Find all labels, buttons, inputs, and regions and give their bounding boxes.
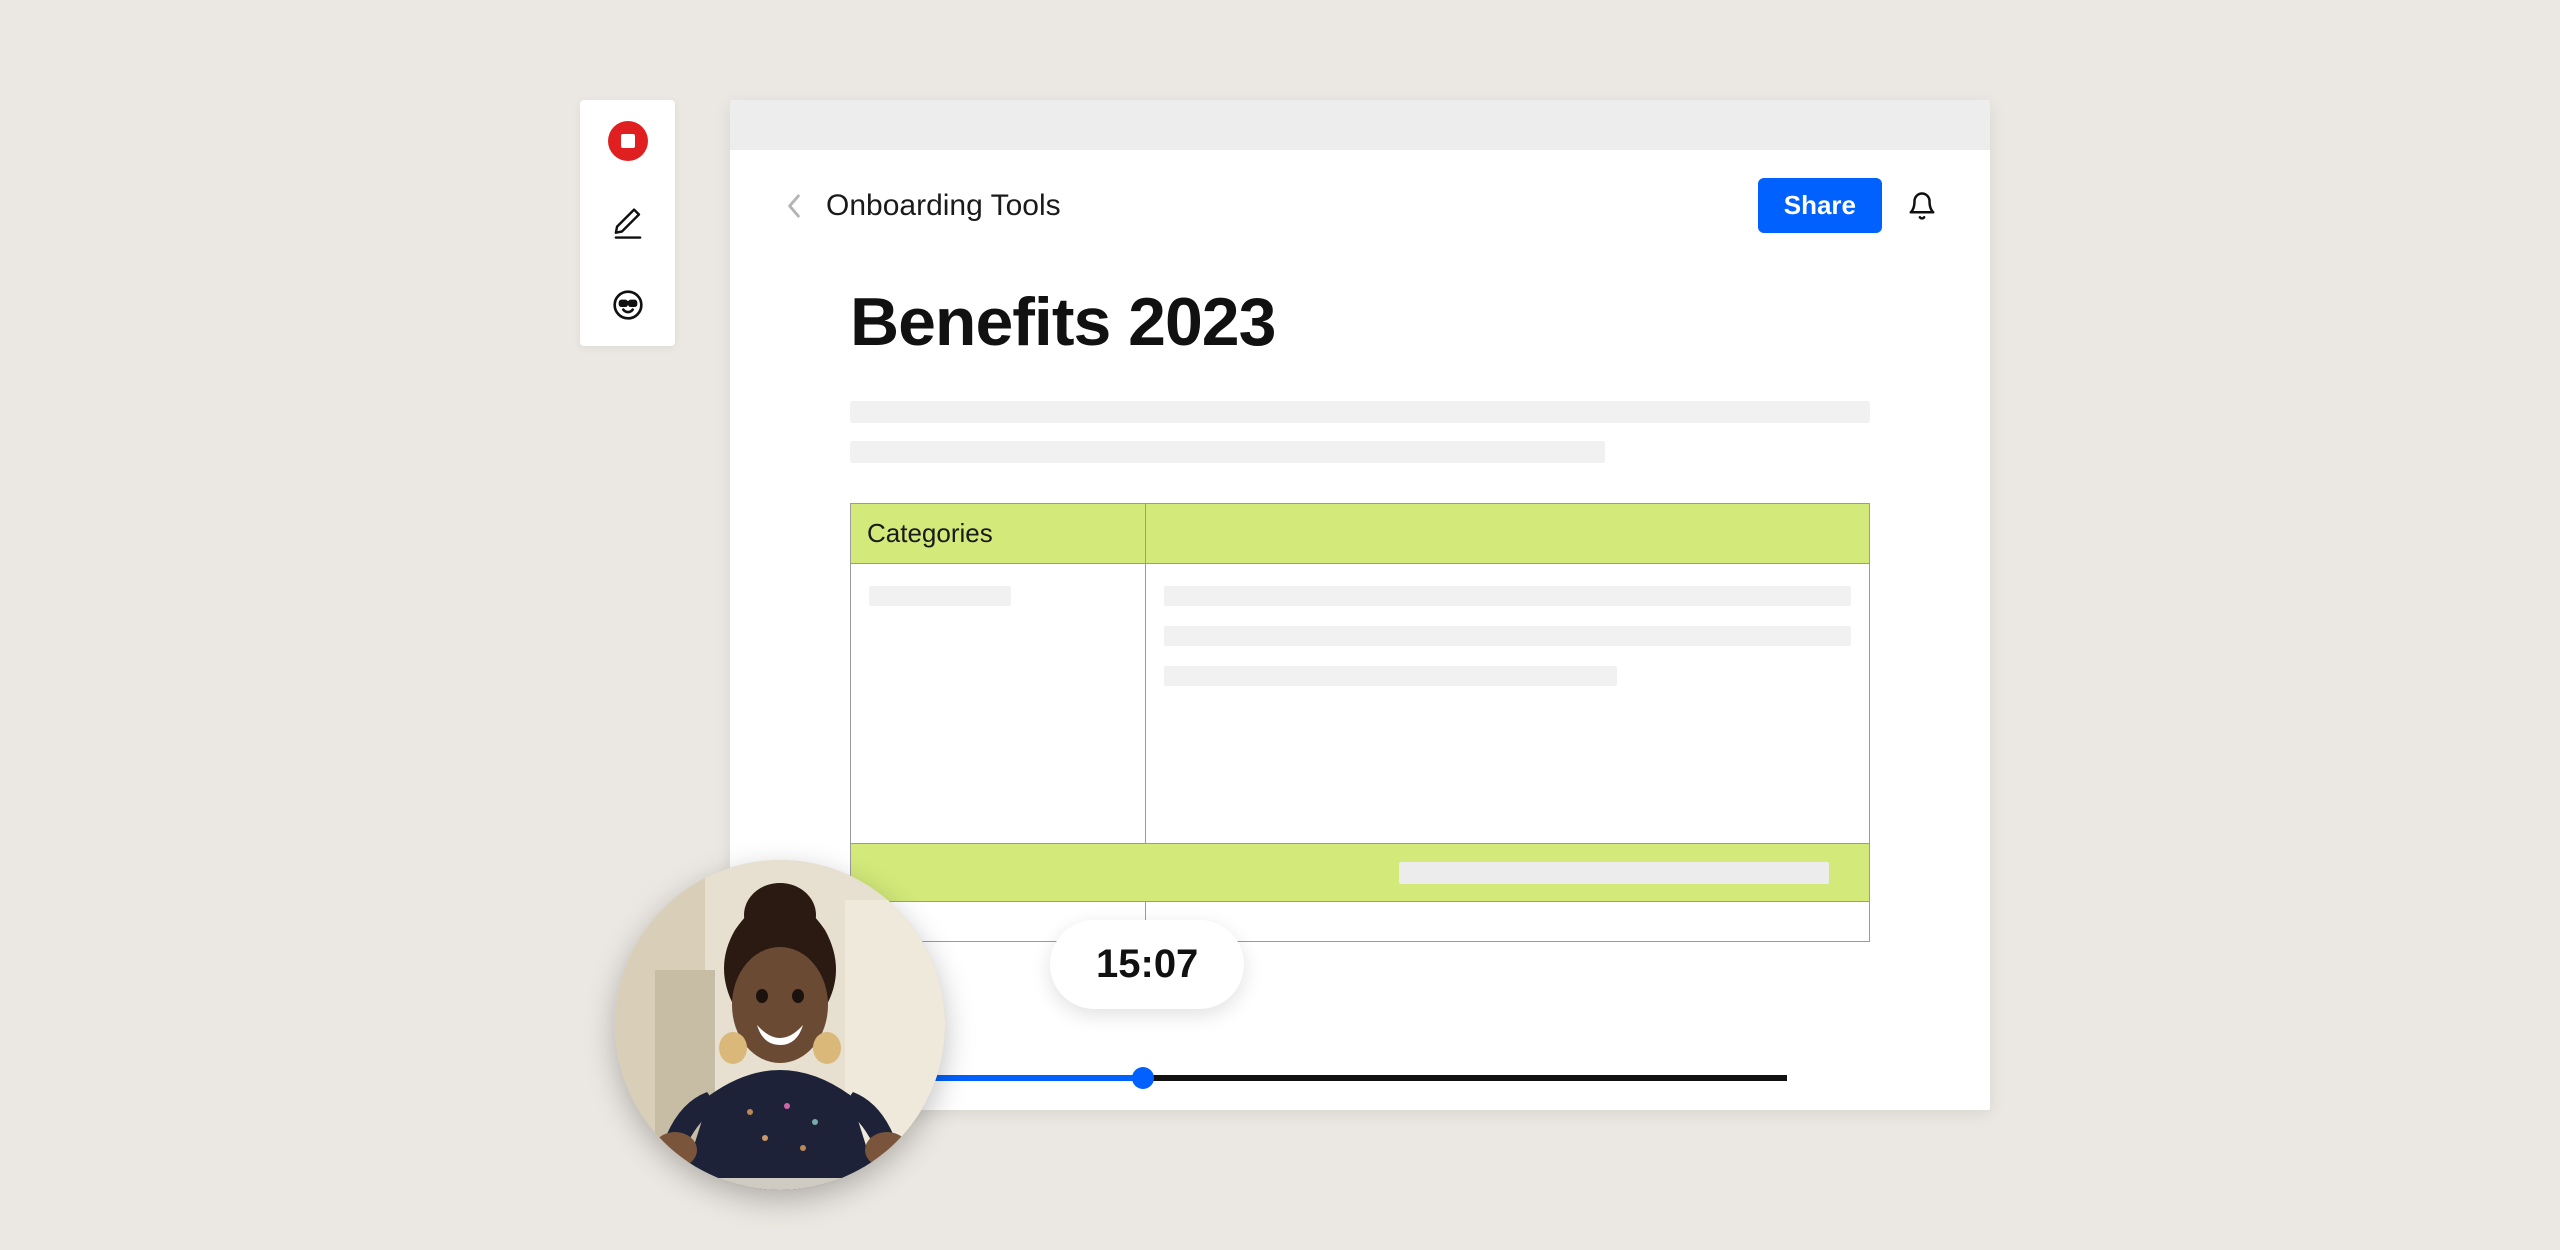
- presenter-avatar: [615, 860, 945, 1190]
- table-row: [851, 901, 1869, 941]
- notifications-button[interactable]: [1904, 188, 1940, 224]
- page-title: Benefits 2023: [850, 283, 1870, 361]
- breadcrumb[interactable]: Onboarding Tools: [826, 189, 1758, 223]
- webcam-bubble[interactable]: [615, 860, 945, 1190]
- record-button[interactable]: [607, 120, 649, 162]
- document-header: Onboarding Tools Share: [730, 150, 1990, 243]
- timestamp-badge: 15:07: [1050, 920, 1244, 1009]
- back-button[interactable]: [780, 192, 808, 220]
- text-placeholder: [1399, 862, 1829, 884]
- chevron-left-icon: [786, 193, 802, 219]
- face-sunglasses-icon: [612, 289, 644, 321]
- draw-button[interactable]: [607, 202, 649, 244]
- playback-timeline[interactable]: [867, 1075, 1787, 1081]
- categories-table: Categories: [850, 503, 1870, 942]
- text-placeholder: [850, 401, 1870, 423]
- text-placeholder: [1164, 666, 1617, 686]
- recording-toolbar: [580, 100, 675, 346]
- column-header-categories: Categories: [851, 504, 1146, 563]
- text-placeholder: [869, 586, 1011, 606]
- text-placeholder: [850, 441, 1605, 463]
- emoji-button[interactable]: [607, 284, 649, 326]
- table-row: [851, 563, 1869, 843]
- window-titlebar: [730, 100, 1990, 150]
- document-body: Benefits 2023 Categories: [730, 243, 1990, 942]
- record-stop-icon: [608, 121, 648, 161]
- bell-icon: [1907, 191, 1937, 221]
- text-placeholder: [1164, 626, 1851, 646]
- pencil-icon: [613, 206, 643, 240]
- share-button[interactable]: Share: [1758, 178, 1882, 233]
- timeline-handle[interactable]: [1132, 1067, 1154, 1089]
- column-header-empty: [1146, 504, 1869, 563]
- table-header-row: Categories: [851, 504, 1869, 563]
- text-placeholder: [1164, 586, 1851, 606]
- table-row-highlight: [851, 843, 1869, 901]
